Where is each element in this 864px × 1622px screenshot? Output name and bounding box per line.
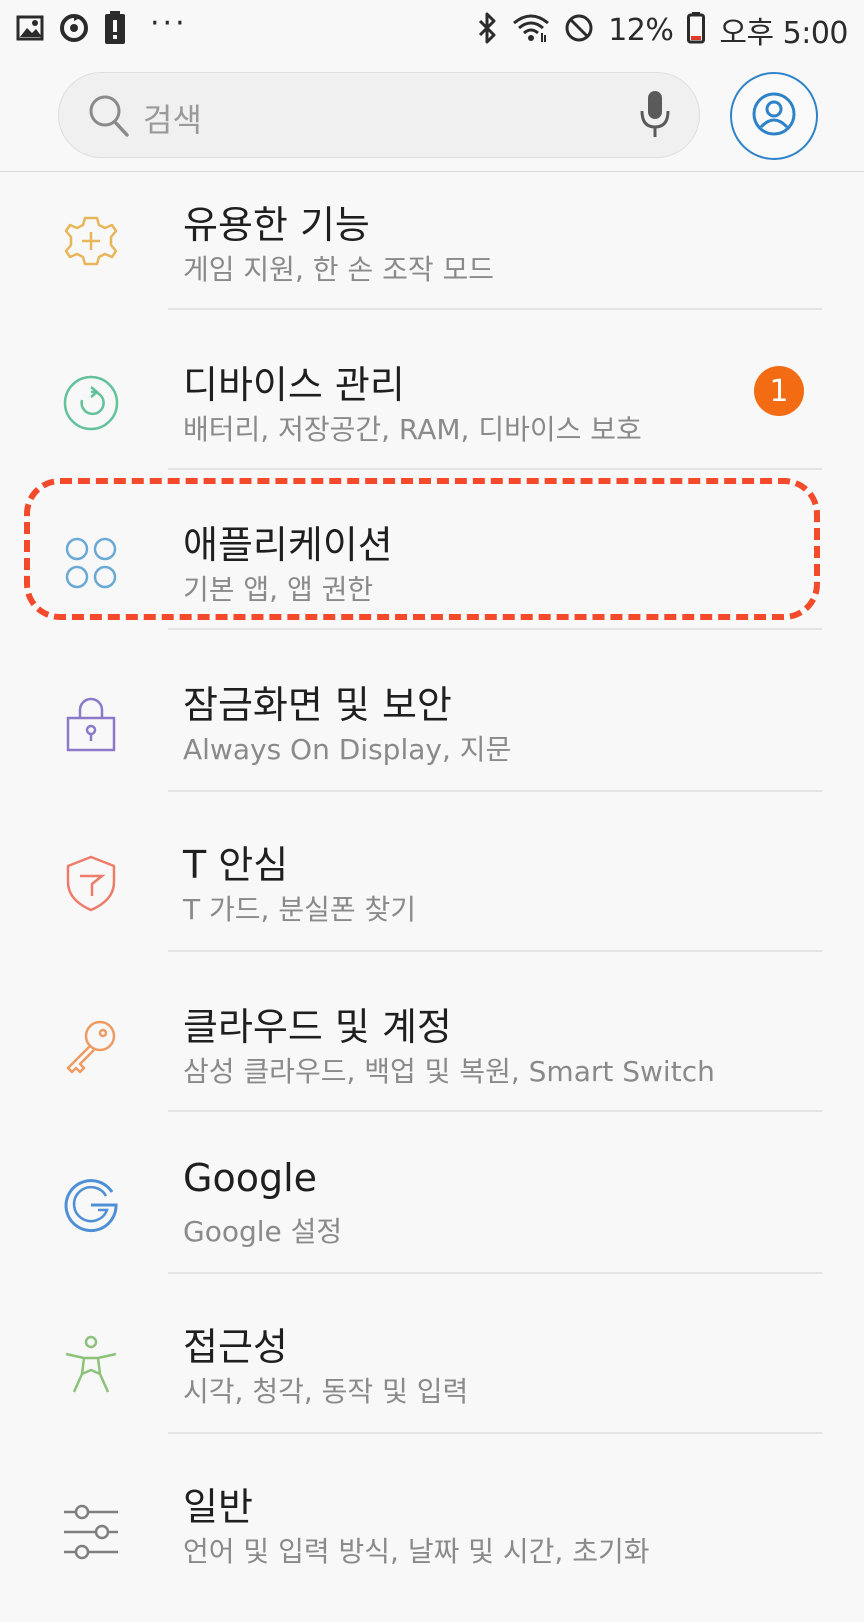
- clock: 오후 5:00: [719, 16, 848, 51]
- key-icon: [60, 1014, 122, 1076]
- divider: [168, 950, 822, 952]
- lock-icon: [60, 692, 122, 754]
- sliders-icon: [60, 1498, 122, 1560]
- divider: [168, 1110, 822, 1112]
- status-bar: ··· 12% 오후 5:00: [0, 0, 864, 60]
- settings-item-accessibility[interactable]: 접근성 시각, 청각, 동작 및 입력: [0, 1302, 864, 1462]
- google-icon: [60, 1174, 122, 1236]
- alert-battery-icon: [104, 11, 126, 49]
- notification-badge: 1: [754, 366, 804, 416]
- settings-item-subtitle: Always On Display, 지문: [183, 733, 512, 766]
- status-bar-left: ···: [16, 6, 188, 49]
- divider: [168, 1432, 822, 1434]
- settings-item-title: 유용한 기능: [183, 203, 370, 247]
- wifi-icon: [512, 13, 550, 47]
- settings-item-title: 접근성: [183, 1325, 288, 1369]
- sync-icon: [58, 12, 90, 48]
- settings-item-subtitle: 게임 지원, 한 손 조작 모드: [183, 253, 495, 286]
- settings-item-title: 잠금화면 및 보안: [183, 683, 452, 727]
- search-input[interactable]: 검색: [143, 95, 202, 141]
- accessibility-icon: [60, 1334, 122, 1396]
- settings-item-title: T 안심: [183, 843, 289, 887]
- mic-icon[interactable]: [637, 89, 673, 145]
- settings-item-subtitle: 시각, 청각, 동작 및 입력: [183, 1375, 469, 1408]
- settings-item-subtitle: 배터리, 저장공간, RAM, 디바이스 보호: [183, 413, 642, 446]
- settings-item-subtitle: Google 설정: [183, 1215, 343, 1248]
- divider: [168, 1272, 822, 1274]
- settings-item-title: 디바이스 관리: [183, 363, 405, 407]
- gear-plus-icon: [60, 212, 122, 274]
- divider: [168, 308, 822, 310]
- settings-item-subtitle: 언어 및 입력 방식, 날짜 및 시간, 초기화: [183, 1535, 650, 1568]
- settings-item-lock-screen-security[interactable]: 잠금화면 및 보안 Always On Display, 지문: [0, 660, 864, 820]
- battery-percent: 12%: [608, 12, 674, 48]
- status-bar-right: 12% 오후 5:00: [476, 8, 848, 52]
- settings-item-t-safety[interactable]: T 안심 T 가드, 분실폰 찾기: [0, 820, 864, 980]
- settings-item-general[interactable]: 일반 언어 및 입력 방식, 날짜 및 시간, 초기화: [0, 1462, 864, 1622]
- account-button[interactable]: [730, 72, 818, 160]
- shield-icon: [60, 852, 122, 914]
- settings-item-title: Google: [183, 1156, 318, 1200]
- settings-item-google[interactable]: Google Google 설정: [0, 1142, 864, 1302]
- account-icon: [751, 91, 797, 141]
- settings-item-device-care[interactable]: 디바이스 관리 배터리, 저장공간, RAM, 디바이스 보호: [0, 340, 864, 500]
- divider: [168, 790, 822, 792]
- search-icon: [87, 93, 131, 143]
- settings-item-title: 클라우드 및 계정: [183, 1005, 452, 1049]
- more-notifications-icon: ···: [150, 6, 188, 41]
- settings-header: 검색: [0, 60, 864, 172]
- bluetooth-icon: [476, 12, 498, 48]
- settings-item-subtitle: T 가드, 분실폰 찾기: [183, 893, 417, 926]
- settings-item-title: 일반: [183, 1485, 253, 1529]
- search-bar[interactable]: 검색: [58, 72, 700, 158]
- settings-item-advanced-features[interactable]: 유용한 기능 게임 지원, 한 손 조작 모드: [0, 180, 864, 340]
- do-not-disturb-icon: [564, 13, 594, 47]
- settings-item-subtitle: 삼성 클라우드, 백업 및 복원, Smart Switch: [183, 1055, 715, 1088]
- settings-item-cloud-accounts[interactable]: 클라우드 및 계정 삼성 클라우드, 백업 및 복원, Smart Switch: [0, 982, 864, 1142]
- highlight-annotation: [24, 478, 820, 620]
- image-icon: [16, 15, 44, 45]
- device-care-icon: [60, 372, 122, 434]
- battery-icon: [687, 12, 706, 48]
- divider: [168, 628, 822, 630]
- divider: [168, 468, 822, 470]
